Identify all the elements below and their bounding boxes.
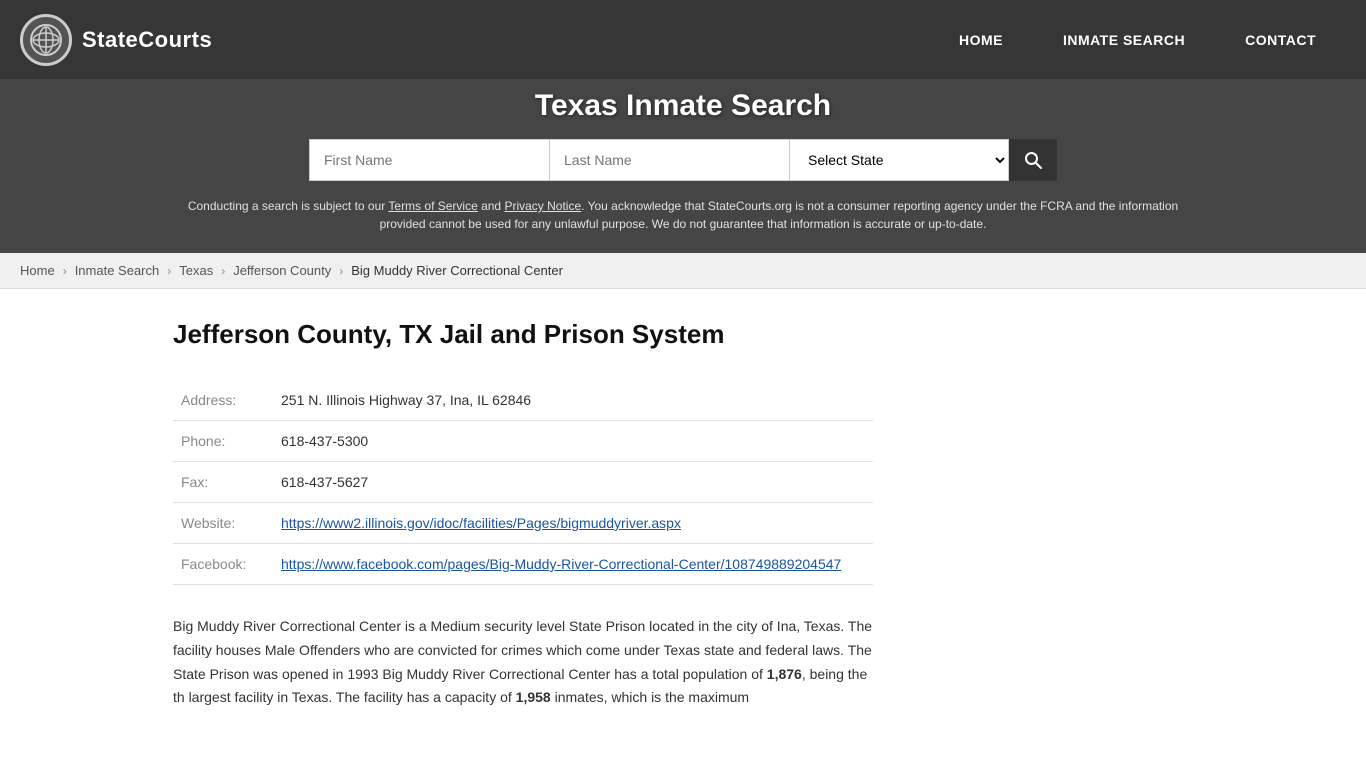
site-header: StateCourts HOME INMATE SEARCH CONTACT T… [0, 0, 1366, 253]
phone-row: Phone: 618-437-5300 [173, 421, 873, 462]
breadcrumb: Home › Inmate Search › Texas › Jefferson… [0, 253, 1366, 289]
terms-link[interactable]: Terms of Service [388, 199, 477, 213]
breadcrumb-facility: Big Muddy River Correctional Center [351, 263, 563, 278]
facebook-link[interactable]: https://www.facebook.com/pages/Big-Muddy… [281, 556, 841, 572]
website-value: https://www2.illinois.gov/idoc/facilitie… [273, 503, 873, 544]
breadcrumb-inmate-search[interactable]: Inmate Search [75, 263, 160, 278]
privacy-link[interactable]: Privacy Notice [504, 199, 581, 213]
main-content: Jefferson County, TX Jail and Prison Sys… [133, 289, 1233, 750]
breadcrumb-sep-2: › [167, 264, 171, 278]
fax-label: Fax: [173, 462, 273, 503]
website-link[interactable]: https://www2.illinois.gov/idoc/facilitie… [281, 515, 681, 531]
facility-description: Big Muddy River Correctional Center is a… [173, 615, 873, 710]
last-name-input[interactable] [549, 139, 789, 181]
state-select[interactable]: Select State Alabama Alaska Arizona Arka… [789, 139, 1009, 181]
description-text-3: inmates, which is the maximum [551, 689, 749, 705]
nav-contact[interactable]: CONTACT [1215, 4, 1346, 76]
facebook-value: https://www.facebook.com/pages/Big-Muddy… [273, 544, 873, 585]
breadcrumb-county[interactable]: Jefferson County [233, 263, 331, 278]
disclaimer-and: and [478, 199, 505, 213]
fax-row: Fax: 618-437-5627 [173, 462, 873, 503]
facebook-row: Facebook: https://www.facebook.com/pages… [173, 544, 873, 585]
capacity-value: 1,958 [516, 689, 551, 705]
breadcrumb-sep-1: › [63, 264, 67, 278]
phone-label: Phone: [173, 421, 273, 462]
info-table: Address: 251 N. Illinois Highway 37, Ina… [173, 380, 873, 585]
breadcrumb-state[interactable]: Texas [179, 263, 213, 278]
breadcrumb-sep-3: › [221, 264, 225, 278]
logo-text: StateCourts [82, 27, 212, 53]
nav-links: HOME INMATE SEARCH CONTACT [929, 4, 1346, 76]
address-label: Address: [173, 380, 273, 421]
population-value: 1,876 [767, 666, 802, 682]
first-name-input[interactable] [309, 139, 549, 181]
nav-bar: StateCourts HOME INMATE SEARCH CONTACT [0, 0, 1366, 79]
phone-value: 618-437-5300 [273, 421, 873, 462]
website-row: Website: https://www2.illinois.gov/idoc/… [173, 503, 873, 544]
address-value: 251 N. Illinois Highway 37, Ina, IL 6284… [273, 380, 873, 421]
website-label: Website: [173, 503, 273, 544]
search-bar: Select State Alabama Alaska Arizona Arka… [20, 139, 1346, 181]
facebook-label: Facebook: [173, 544, 273, 585]
logo-area[interactable]: StateCourts [20, 14, 212, 66]
breadcrumb-sep-4: › [339, 264, 343, 278]
facility-title: Jefferson County, TX Jail and Prison Sys… [173, 319, 1193, 350]
disclaimer: Conducting a search is subject to our Te… [183, 197, 1183, 253]
search-icon [1024, 151, 1042, 169]
logo-svg [29, 23, 63, 57]
nav-home[interactable]: HOME [929, 4, 1033, 76]
nav-inmate-search[interactable]: INMATE SEARCH [1033, 4, 1215, 76]
logo-icon [20, 14, 72, 66]
header-content: Texas Inmate Search Select State Alabama… [0, 79, 1366, 253]
fax-value: 618-437-5627 [273, 462, 873, 503]
search-button[interactable] [1009, 139, 1057, 181]
breadcrumb-home[interactable]: Home [20, 263, 55, 278]
disclaimer-before: Conducting a search is subject to our [188, 199, 389, 213]
address-row: Address: 251 N. Illinois Highway 37, Ina… [173, 380, 873, 421]
page-title: Texas Inmate Search [20, 89, 1346, 123]
